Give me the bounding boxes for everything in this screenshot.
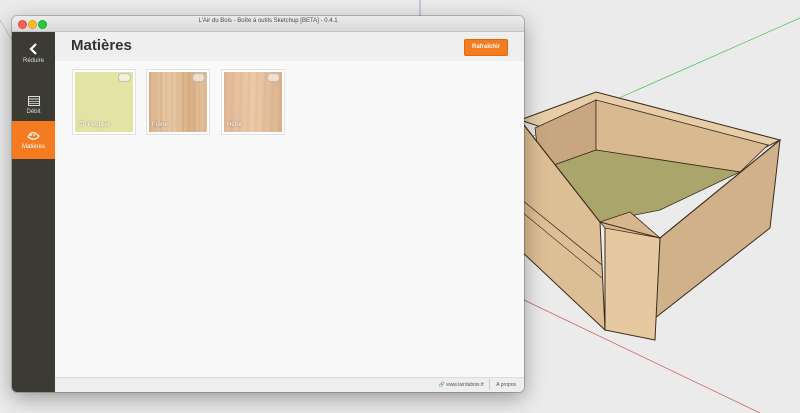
material-card[interactable]: CP Peuplier [72,69,136,135]
about-link[interactable]: A propos [496,382,516,388]
page-header: Matières Rafraîchir [55,32,524,61]
site-link[interactable]: 🔗 www.lairdubois.fr [439,382,484,388]
title-bar[interactable]: L'Air du Bois - Boîte à outils Sketchup … [12,16,524,32]
sidebar: Réduire Débit Matières [12,32,55,392]
material-label: CP Peuplier [78,122,110,128]
cut-list-icon [27,95,40,106]
material-options-icon[interactable] [118,73,131,82]
materials-icon [27,131,40,140]
material-options-icon[interactable] [267,73,280,82]
material-options-icon[interactable] [192,73,205,82]
chevron-left-icon [28,42,37,55]
sidebar-item-materials[interactable]: Matières [12,121,55,159]
sidebar-item-label: Matières [21,144,45,150]
footer-divider [489,379,490,390]
sidebar-item-debit[interactable]: Débit [12,86,55,124]
page-title: Matières [71,37,132,54]
footer: 🔗 www.lairdubois.fr A propos [55,377,524,392]
materials-grid: CP Peuplier Frêne Hêtre [55,61,524,378]
sidebar-item-label: Débit [26,108,41,115]
window-title: L'Air du Bois - Boîte à outils Sketchup … [198,18,338,24]
refresh-button[interactable]: Rafraîchir [463,39,508,56]
material-label: Hêtre [227,122,242,128]
sidebar-item-label: Réduire [22,57,44,64]
site-link-text: www.lairdubois.fr [446,382,484,388]
sidebar-item-reduce[interactable]: Réduire [12,34,55,72]
material-card[interactable]: Frêne [146,69,210,135]
app-window: L'Air du Bois - Boîte à outils Sketchup … [12,16,524,392]
material-label: Frêne [152,122,168,128]
material-card[interactable]: Hêtre [221,69,285,135]
